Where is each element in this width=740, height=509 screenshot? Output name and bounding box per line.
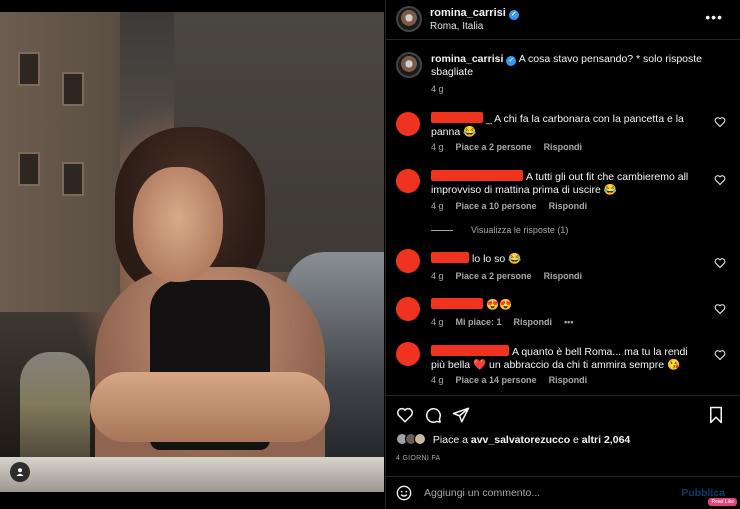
comment-likes[interactable]: Piace a 14 persone xyxy=(456,375,537,385)
photo-person-arms xyxy=(90,372,330,442)
comment-time: 4 g xyxy=(431,142,444,152)
comment-like-heart-icon[interactable] xyxy=(714,349,726,361)
likes-summary: Piace a avv_salvatorezucco e altri 2,064 xyxy=(396,433,630,446)
likes-others-link[interactable]: altri 2,064 xyxy=(582,434,630,446)
comment-text: lo lo so 😂 xyxy=(431,252,701,266)
comment-username-redacted[interactable] xyxy=(431,112,483,123)
comment-likes[interactable]: Piace a 2 persone xyxy=(456,271,532,281)
comment-meta: 4 g Piace a 10 persone Rispondi xyxy=(431,201,599,211)
reply-button[interactable]: Rispondi xyxy=(549,375,588,385)
comment-text: A quanto è bell Roma... ma tu la rendi p… xyxy=(431,345,701,372)
photo-person-face xyxy=(133,167,223,282)
caption-time: 4 g xyxy=(431,84,444,94)
watermark-badge: Read Like xyxy=(708,498,737,506)
comment-like-heart-icon[interactable] xyxy=(714,174,726,186)
replies-divider xyxy=(431,230,453,232)
comment-text: _ A chi fa la carbonara con la pancetta … xyxy=(431,112,701,139)
comment-text: A tutti gli out fit che cambieremo all i… xyxy=(431,170,701,197)
user-tag-icon[interactable] xyxy=(10,462,30,482)
view-replies-button[interactable]: Visualizza le risposte (1) xyxy=(431,225,568,235)
comment-username-redacted[interactable] xyxy=(431,252,469,263)
post-date: 4 GIORNI FA xyxy=(396,455,441,462)
photo-window xyxy=(18,152,40,186)
username-link[interactable]: romina_carrisi xyxy=(430,7,506,19)
photo-building-left xyxy=(0,12,120,312)
comment-input[interactable] xyxy=(424,485,664,501)
comment-body: 😍😍 xyxy=(486,299,513,311)
reply-button[interactable]: Rispondi xyxy=(514,317,553,327)
comment-like-heart-icon[interactable] xyxy=(714,303,726,315)
caption-username[interactable]: romina_carrisi xyxy=(431,53,503,65)
comment-avatar-redacted[interactable] xyxy=(396,342,420,366)
likes-middle: e xyxy=(573,434,579,446)
likes-user-link[interactable]: avv_salvatorezucco xyxy=(471,434,570,446)
likes-text: Piace a avv_salvatorezucco e altri 2,064 xyxy=(433,434,630,446)
view-replies-label[interactable]: Visualizza le risposte (1) xyxy=(471,225,568,235)
reply-button[interactable]: Rispondi xyxy=(544,271,583,281)
comment-like-heart-icon[interactable] xyxy=(714,116,726,128)
reply-button[interactable]: Rispondi xyxy=(549,201,588,211)
action-bar xyxy=(386,395,740,431)
comment-time: 4 g xyxy=(431,317,444,327)
comment-likes[interactable]: Piace a 2 persone xyxy=(456,142,532,152)
comment-meta: 4 g Piace a 2 persone Rispondi xyxy=(431,271,594,281)
comment-avatar-redacted[interactable] xyxy=(396,169,420,193)
photo-table xyxy=(0,457,384,492)
comment-likes[interactable]: Mi piace: 1 xyxy=(456,317,502,327)
header-username[interactable]: romina_carrisi ✓ xyxy=(430,7,519,20)
add-comment-bar: Pubblica xyxy=(386,476,740,509)
comment-time: 4 g xyxy=(431,201,444,211)
reply-button[interactable]: Rispondi xyxy=(544,142,583,152)
comment-username-redacted[interactable] xyxy=(431,298,483,309)
likes-prefix: Piace a xyxy=(432,434,468,446)
comment-body: lo lo so 😂 xyxy=(472,253,522,265)
comment-meta: 4 g Piace a 2 persone Rispondi xyxy=(431,142,594,152)
photo-window xyxy=(62,72,84,106)
comment-username-redacted[interactable] xyxy=(431,345,509,356)
post-header: romina_carrisi ✓ Roma, Italia ••• xyxy=(386,0,740,40)
verified-badge-icon: ✓ xyxy=(506,56,517,66)
comment-username-redacted[interactable] xyxy=(431,170,523,181)
caption-avatar[interactable] xyxy=(396,52,422,78)
more-dots-icon[interactable]: ••• xyxy=(705,9,723,25)
heart-icon[interactable] xyxy=(396,406,414,424)
comment-text: 😍😍 xyxy=(431,298,701,312)
comment-avatar-redacted[interactable] xyxy=(396,112,420,136)
emoji-icon[interactable] xyxy=(396,485,412,501)
comment-meta: 4 g Piace a 14 persone Rispondi xyxy=(431,375,599,385)
photo-window xyxy=(62,162,84,196)
comment-more-icon[interactable]: ••• xyxy=(564,317,573,327)
comment-time: 4 g xyxy=(431,271,444,281)
comment-like-heart-icon[interactable] xyxy=(714,257,726,269)
bookmark-icon[interactable] xyxy=(707,406,725,424)
comment-meta: 4 g Mi piace: 1 Rispondi ••• xyxy=(431,317,585,327)
comment-likes[interactable]: Piace a 10 persone xyxy=(456,201,537,211)
comment-avatar-redacted[interactable] xyxy=(396,249,420,273)
comment-avatar-redacted[interactable] xyxy=(396,297,420,321)
photo-window xyxy=(18,52,40,86)
comment-time: 4 g xyxy=(431,375,444,385)
caption: romina_carrisi ✓ A cosa stavo pensando? *… xyxy=(431,53,721,79)
share-icon[interactable] xyxy=(452,406,470,424)
post-photo[interactable] xyxy=(0,12,384,492)
verified-badge-icon: ✓ xyxy=(508,10,519,20)
comment-icon[interactable] xyxy=(424,406,442,424)
post-details-panel: romina_carrisi ✓ Roma, Italia ••• romina_… xyxy=(385,0,740,509)
liker-avatar xyxy=(414,433,426,445)
location-link[interactable]: Roma, Italia xyxy=(430,21,483,32)
avatar[interactable] xyxy=(396,6,422,32)
